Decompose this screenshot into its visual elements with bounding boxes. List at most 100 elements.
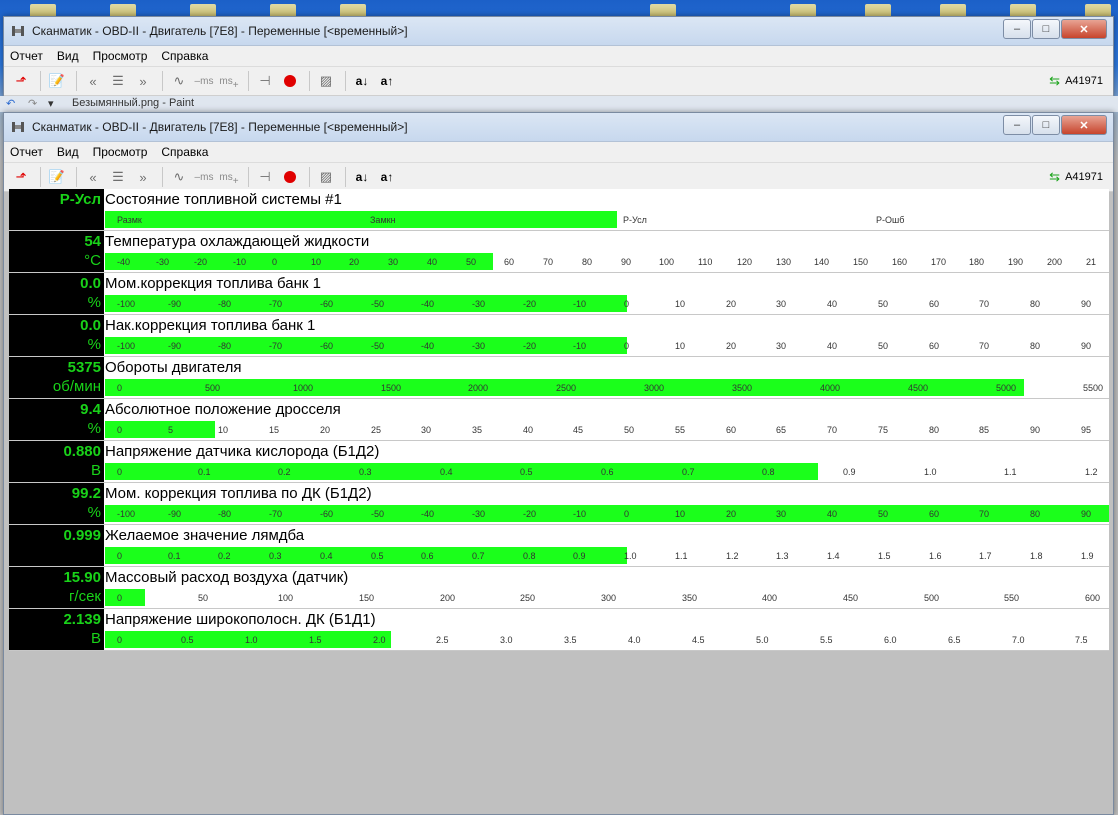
rewind-icon[interactable]: « bbox=[82, 166, 104, 188]
scale-tick-label: -100 bbox=[117, 509, 136, 519]
menu-help[interactable]: Справка bbox=[161, 145, 208, 159]
scale-tick-label: 190 bbox=[1008, 257, 1024, 267]
value-cell: 0.999 bbox=[9, 525, 104, 566]
undo-icon[interactable]: ↶ bbox=[6, 97, 15, 110]
parameter-row[interactable]: 0.0% Нак.коррекция топлива банк 1 -100 -90-… bbox=[9, 315, 1109, 357]
menu-view[interactable]: Вид bbox=[57, 145, 79, 159]
exit-arrow-icon[interactable]: ⬏ bbox=[10, 166, 32, 188]
scale-tick-label: -20 bbox=[523, 341, 537, 351]
menu-browse[interactable]: Просмотр bbox=[93, 145, 148, 159]
maximize-button[interactable]: □ bbox=[1032, 19, 1060, 39]
scale-tick-label: -40 bbox=[421, 299, 435, 309]
parameter-scale: 0 50 100 150 200 250 300 350 400 450 500 550 600 bbox=[105, 589, 1109, 606]
scale-tick-label: 100 bbox=[278, 593, 294, 603]
app-icon bbox=[12, 122, 24, 132]
scale-tick-label: 3.0 bbox=[500, 635, 513, 645]
parameter-row[interactable]: 0.999 Желаемое значение лямдба 0 0.1 0.2 0.3 0… bbox=[9, 525, 1109, 567]
menu-view[interactable]: Вид bbox=[57, 49, 79, 63]
parameter-name: Напряжение датчика кислорода (Б1Д2) bbox=[105, 443, 380, 460]
scale-tick-label: 0.4 bbox=[440, 467, 453, 477]
scale-tick-label: 2.0 bbox=[373, 635, 386, 645]
scale-tick-label: 7.0 bbox=[1012, 635, 1025, 645]
close-button[interactable]: ✕ bbox=[1061, 115, 1107, 135]
title-bar[interactable]: Сканматик - OBD-II - Двигатель [7E8] - П… bbox=[4, 113, 1113, 142]
pin-icon[interactable]: ⊣ bbox=[254, 70, 276, 92]
close-button[interactable]: ✕ bbox=[1061, 19, 1107, 39]
scale-tick-label: 60 bbox=[726, 425, 737, 435]
value-cell: 54 °C bbox=[9, 231, 104, 272]
redo-icon[interactable]: ↷ bbox=[28, 97, 37, 110]
scale-tick-label: 150 bbox=[853, 257, 869, 267]
parameter-row[interactable]: 0.880 В Напряжение датчика кислорода (Б1Д2… bbox=[9, 441, 1109, 483]
parameter-row[interactable]: 15.90 г/сек Массовый расход воздуха (датчи… bbox=[9, 567, 1109, 609]
chart-icon[interactable]: ▨ bbox=[315, 70, 337, 92]
notepad-icon[interactable]: 📝 bbox=[46, 166, 68, 188]
scale-tick-label: 4.0 bbox=[628, 635, 641, 645]
parameter-row[interactable]: 5375 об/мин Обороты двигателя 0 500 1000 1500 2… bbox=[9, 357, 1109, 399]
parameter-name: Нак.коррекция топлива банк 1 bbox=[105, 317, 316, 334]
scale-tick-label: 0 bbox=[117, 551, 123, 561]
ms-plus-icon[interactable]: ms + bbox=[218, 166, 240, 188]
scale-tick-label: 70 bbox=[979, 299, 990, 309]
parameter-row[interactable]: 0.0% Мом.коррекция топлива банк 1 -100 -90-… bbox=[9, 273, 1109, 315]
scanmatic-window-background[interactable]: Сканматик - OBD-II - Двигатель [7E8] - П… bbox=[3, 16, 1114, 98]
quick-access-dropdown-icon[interactable]: ▾ bbox=[48, 97, 54, 110]
parameter-value: 99.2 bbox=[71, 485, 101, 502]
toolbar-separator bbox=[248, 71, 249, 91]
scale-tick-label: 0.6 bbox=[421, 551, 434, 561]
ms-minus-icon[interactable]: – ms bbox=[193, 166, 215, 188]
scale-tick-label: 0.5 bbox=[181, 635, 194, 645]
chart-icon[interactable]: ▨ bbox=[315, 166, 337, 188]
wave-icon[interactable]: ∿ bbox=[168, 70, 190, 92]
scale-tick-label: 3500 bbox=[732, 383, 753, 393]
notepad-icon[interactable]: 📝 bbox=[46, 70, 68, 92]
scale-tick-label: 1.6 bbox=[929, 551, 942, 561]
scale-tick-label: 7.5 bbox=[1075, 635, 1088, 645]
scale-tick-label: 90 bbox=[1030, 425, 1041, 435]
scale-tick-label: 140 bbox=[814, 257, 830, 267]
minimize-button[interactable]: – bbox=[1003, 115, 1031, 135]
parameter-row[interactable]: 2.139 В Напряжение широкополосн. ДК (Б1Д1)… bbox=[9, 609, 1109, 651]
menu-help[interactable]: Справка bbox=[161, 49, 208, 63]
title-bar[interactable]: Сканматик - OBD-II - Двигатель [7E8] - П… bbox=[4, 17, 1113, 46]
rewind-icon[interactable]: « bbox=[82, 70, 104, 92]
scale-tick-label: 0.8 bbox=[523, 551, 536, 561]
parameter-row[interactable]: 54 °C Температура охлаждающей жидкости -40-… bbox=[9, 231, 1109, 273]
scale-tick-label: 20 bbox=[349, 257, 360, 267]
wave-icon[interactable]: ∿ bbox=[168, 166, 190, 188]
maximize-button[interactable]: □ bbox=[1032, 115, 1060, 135]
ms-minus-icon[interactable]: – ms bbox=[193, 70, 215, 92]
parameter-row[interactable]: 9.4% Абсолютное положение дросселя 0 5 10 15 2… bbox=[9, 399, 1109, 441]
sort-ascending-icon[interactable]: a↓ bbox=[351, 166, 373, 188]
record-icon[interactable] bbox=[279, 166, 301, 188]
scale-tick-label: 40 bbox=[523, 425, 534, 435]
scale-tick-label: 90 bbox=[1081, 299, 1092, 309]
parameter-row[interactable]: P-Усл Состояние топливной системы #1 Размк… bbox=[9, 189, 1109, 231]
scanmatic-window-main[interactable]: Сканматик - OBD-II - Двигатель [7E8] - П… bbox=[3, 112, 1114, 815]
sort-descending-icon[interactable]: a↑ bbox=[376, 166, 398, 188]
pin-icon[interactable]: ⊣ bbox=[254, 166, 276, 188]
scale-tick-label: 1.4 bbox=[827, 551, 840, 561]
parameter-row[interactable]: 99.2% Мом. коррекция топлива по ДК (Б1Д2)… bbox=[9, 483, 1109, 525]
menu-report[interactable]: Отчет bbox=[10, 49, 43, 63]
scale-tick-label: 40 bbox=[827, 299, 838, 309]
sort-ascending-icon[interactable]: a↓ bbox=[351, 70, 373, 92]
exit-arrow-icon[interactable]: ⬏ bbox=[10, 70, 32, 92]
list-icon[interactable]: ☰ bbox=[107, 166, 129, 188]
menu-browse[interactable]: Просмотр bbox=[93, 49, 148, 63]
toolbar-separator bbox=[248, 167, 249, 187]
parameter-value: 2.139 bbox=[63, 611, 101, 628]
scale-tick-label: 1500 bbox=[381, 383, 402, 393]
scale-tick-label: 300 bbox=[601, 593, 617, 603]
forward-icon[interactable]: » bbox=[132, 166, 154, 188]
scale-tick-label: 0.5 bbox=[371, 551, 384, 561]
forward-icon[interactable]: » bbox=[132, 70, 154, 92]
minimize-button[interactable]: – bbox=[1003, 19, 1031, 39]
parameter-value: 5375 bbox=[67, 359, 101, 376]
scale-tick-label: 70 bbox=[979, 341, 990, 351]
record-icon[interactable] bbox=[279, 70, 301, 92]
list-icon[interactable]: ☰ bbox=[107, 70, 129, 92]
ms-plus-icon[interactable]: ms + bbox=[218, 70, 240, 92]
menu-report[interactable]: Отчет bbox=[10, 145, 43, 159]
sort-descending-icon[interactable]: a↑ bbox=[376, 70, 398, 92]
